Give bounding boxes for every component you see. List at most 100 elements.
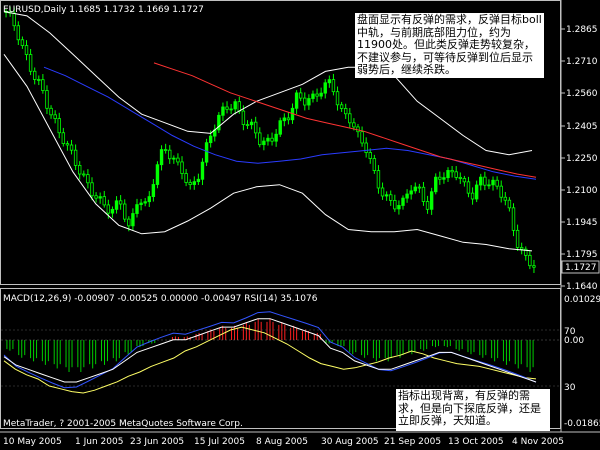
candle-body (37, 79, 41, 81)
candle-body (241, 110, 246, 125)
candle-body (491, 179, 495, 186)
candle-body (41, 79, 45, 91)
candle-body (294, 92, 299, 109)
candle-body (94, 195, 98, 199)
candle-body (389, 194, 393, 201)
candle-body (90, 182, 94, 197)
candle-body (176, 157, 180, 163)
candle-body (368, 152, 372, 159)
bottom-annotation-note: 指标出现背离，有反弹的需求，但是向下探底反弹，还是立即反弹，天知道。 (396, 389, 550, 431)
candle-body (45, 90, 49, 109)
candle-body (102, 196, 106, 206)
date-label-5: 8 Aug 2005 (256, 437, 308, 447)
macd-max-tag: 0.01029 (564, 295, 600, 305)
candle-body (49, 107, 53, 116)
candle-body (528, 254, 532, 267)
price-tag-9: 1.1640 (566, 282, 598, 292)
candle-body (397, 205, 401, 210)
candle-body (266, 137, 270, 142)
candle-body (421, 186, 426, 202)
candle-body (253, 121, 258, 134)
candle-body (409, 190, 413, 195)
current-price-marker: 1.1727 (561, 260, 600, 274)
candle-body (401, 197, 405, 206)
candle-body (208, 135, 213, 144)
candle-body (139, 202, 143, 206)
candle-body (159, 149, 164, 166)
candle-body (57, 118, 61, 134)
candle-body (303, 97, 307, 106)
candle-body (221, 106, 225, 116)
candle-body (270, 137, 274, 142)
price-tag-8: 1.1795 (566, 250, 598, 260)
candle-body (319, 92, 323, 97)
candle-body (98, 196, 102, 199)
candle-body (462, 178, 467, 183)
main-chart-title: EURUSD,Daily 1.1685 1.1732 1.1669 1.1727 (3, 5, 204, 15)
candle-body (384, 194, 389, 197)
candle-body (262, 140, 266, 146)
candle-body (425, 201, 430, 210)
candle-body (188, 182, 192, 185)
candle-body (274, 133, 278, 142)
candle-body (204, 142, 209, 163)
candle-body (245, 124, 250, 126)
price-tag-7: 1.1945 (566, 218, 598, 228)
candle-body (364, 142, 368, 153)
candle-body (503, 196, 508, 201)
candle-body (466, 181, 471, 194)
candle-body (249, 121, 254, 126)
candle-body (450, 170, 454, 173)
candle-body (118, 200, 123, 205)
indicator-series-layer (1, 311, 560, 394)
candle-body (372, 158, 377, 172)
candle-body (405, 193, 409, 199)
candle-body (24, 45, 29, 55)
candle-body (135, 204, 139, 214)
candle-body (155, 164, 160, 185)
candle-body (515, 229, 520, 248)
moving-average-red (153, 62, 537, 178)
candle-body (487, 184, 491, 187)
candle-body (78, 165, 82, 175)
candle-body (286, 117, 291, 121)
candle-body (331, 79, 336, 93)
candle-body (532, 265, 536, 268)
moving-average-blue (43, 66, 537, 180)
candle-body (376, 170, 381, 189)
date-label-3: 23 Jun 2005 (130, 437, 184, 447)
candle-body (61, 132, 66, 144)
candle-body (348, 113, 352, 124)
candle-body (168, 149, 172, 160)
current-price-value: 1.1727 (565, 263, 597, 273)
candle-body (172, 157, 176, 160)
candle-body (86, 174, 90, 184)
candle-body (184, 173, 188, 183)
candle-body (352, 122, 356, 128)
candle-body (258, 132, 262, 146)
candle-body (196, 178, 201, 183)
candle-body (380, 187, 385, 197)
candle-body (307, 98, 311, 106)
candle-body (20, 39, 25, 46)
price-tag-2: 1.2710 (566, 57, 598, 67)
zero-level: 0.00 (564, 336, 584, 346)
candle-body (429, 191, 434, 210)
candle-body (53, 114, 57, 119)
candle-body (73, 149, 78, 166)
candle-body (147, 196, 151, 203)
candle-body (106, 204, 111, 214)
candle-body (339, 104, 344, 109)
candle-body (143, 201, 147, 204)
candle-body (233, 101, 237, 110)
price-tag-6: 1.2100 (566, 186, 598, 196)
candle-body (417, 186, 422, 189)
candle-body (298, 92, 303, 99)
candle-body (434, 176, 438, 193)
price-tag-1: 1.2865 (566, 25, 598, 35)
top-annotation-note: 盘面显示有反弹的需求，反弹目标boll中轨，与前期底部阻力位，约为11900处。… (355, 13, 544, 78)
indicator-axis: 0.01029 70 0.00 30 -0.01865 (564, 295, 600, 429)
price-axis: 1.2865 1.2710 1.2560 1.2405 1.2250 1.210… (561, 25, 598, 292)
date-label-7: 21 Sep 2005 (384, 437, 441, 447)
candle-body (237, 101, 242, 112)
